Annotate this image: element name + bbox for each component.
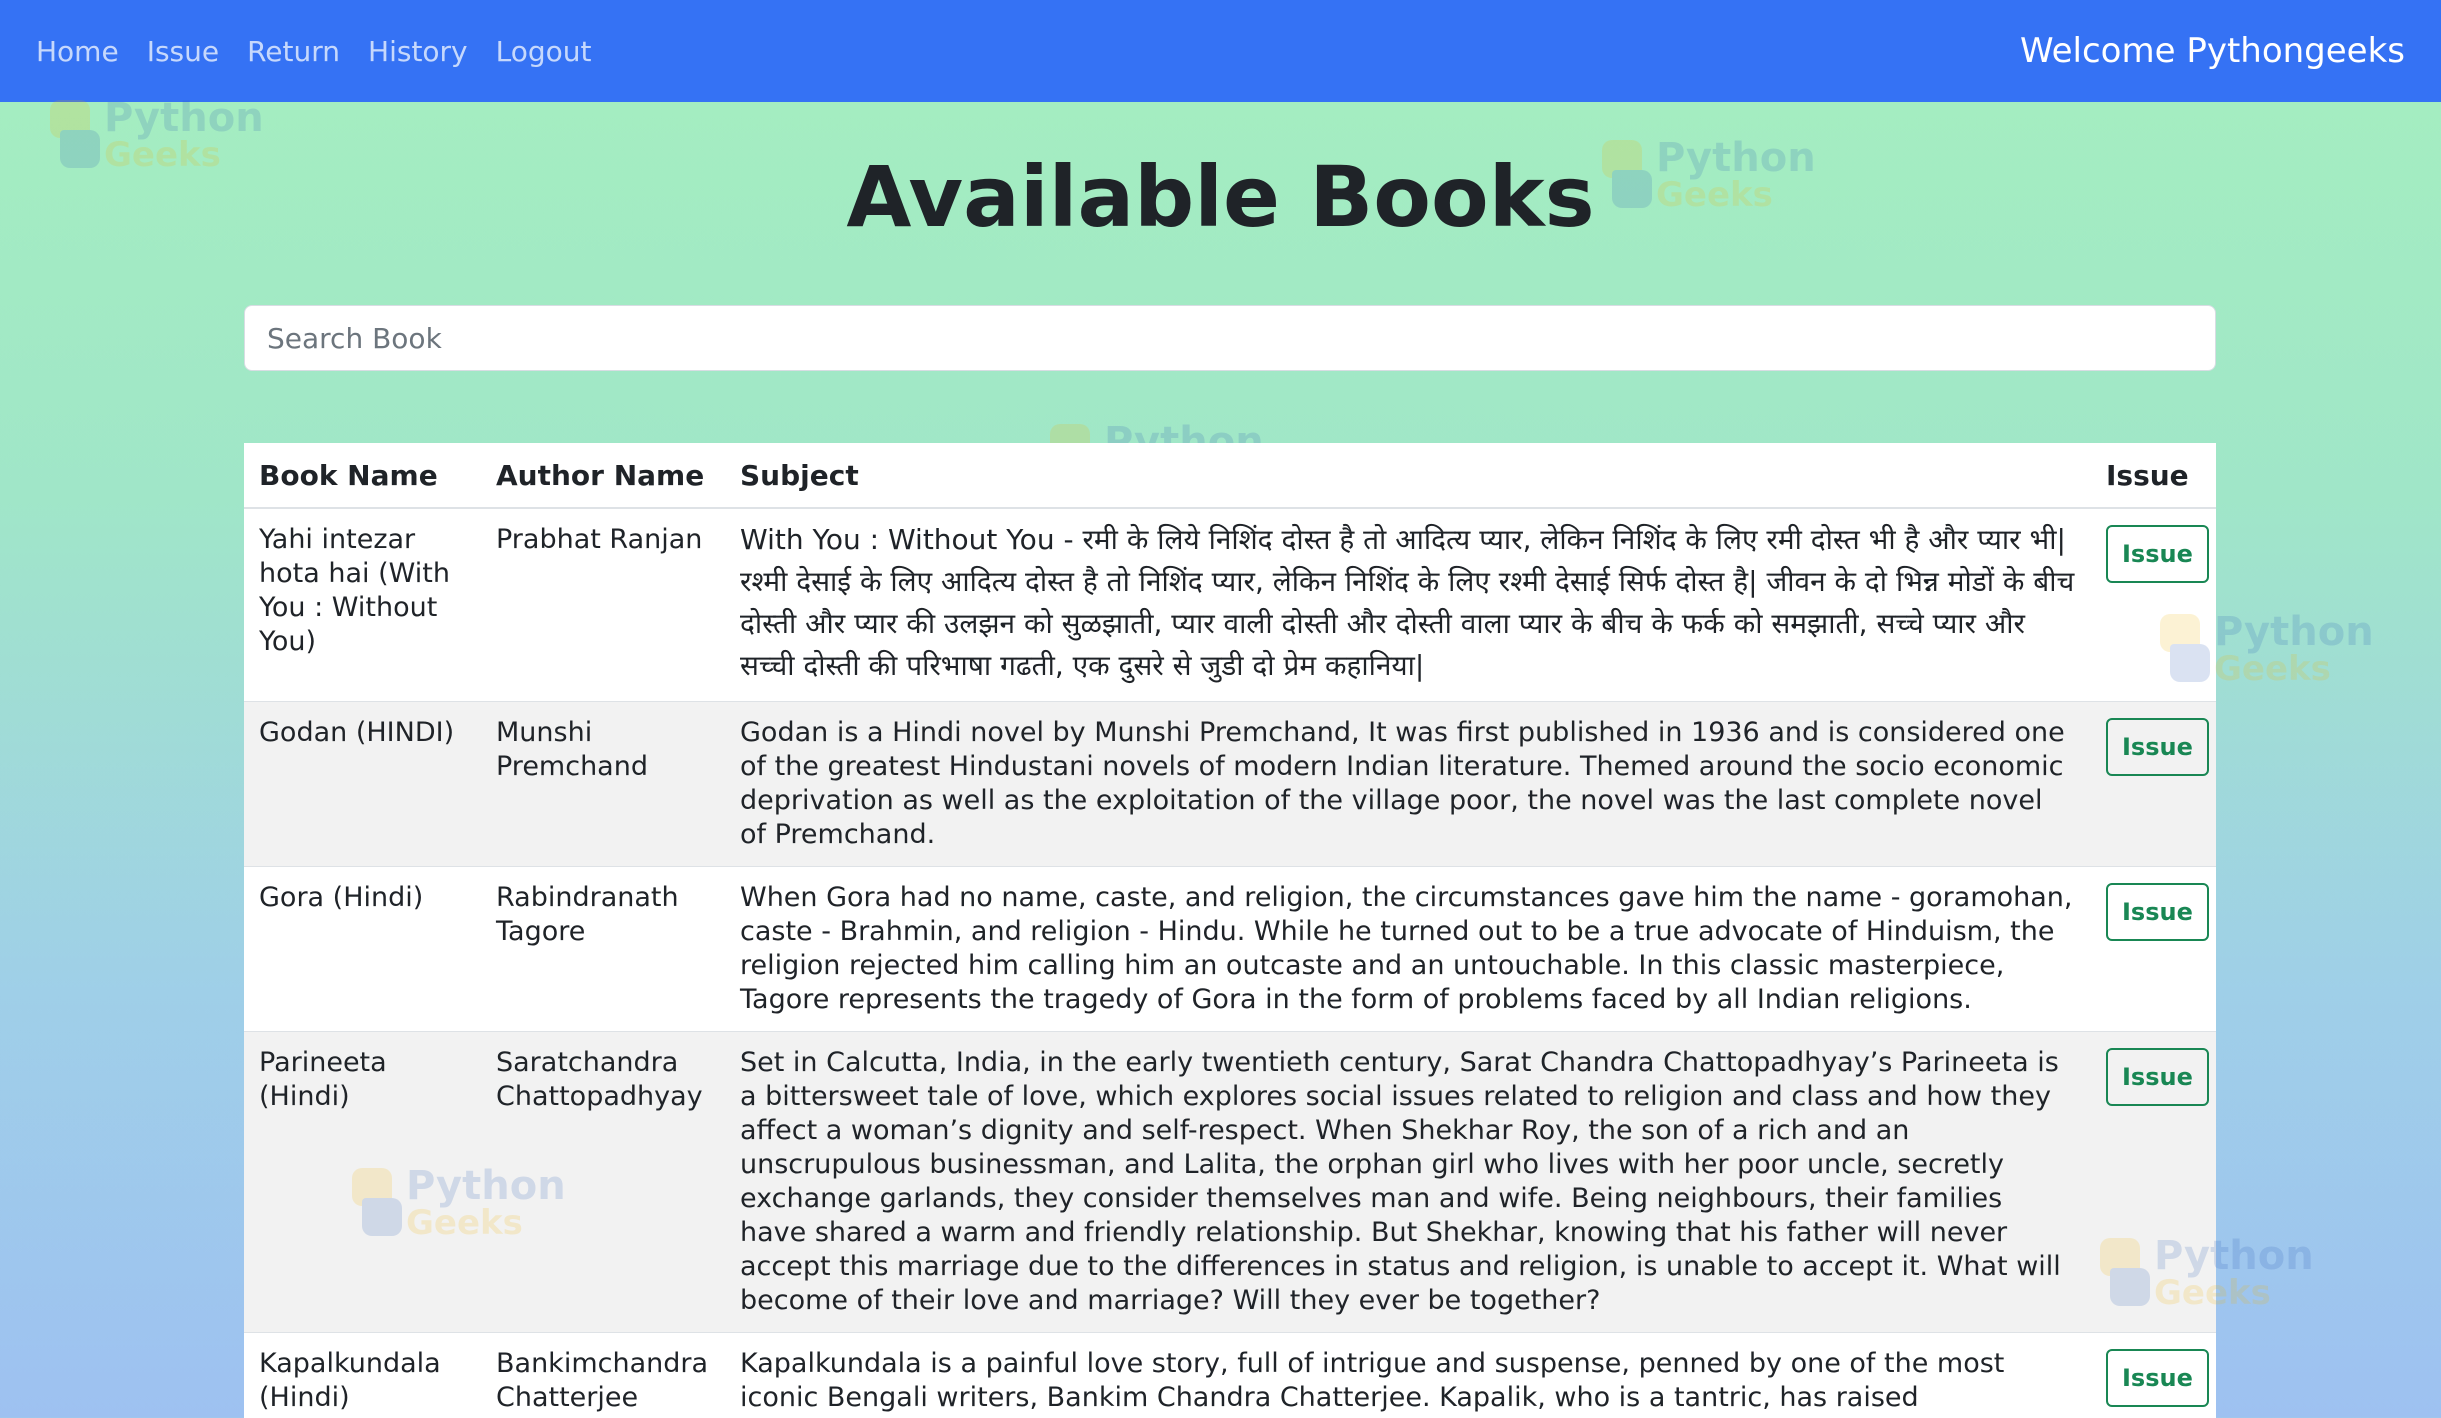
subject-cell: When Gora had no name, caste, and religi… [725, 866, 2091, 1032]
page-title: Available Books [846, 148, 1595, 246]
nav-logout-link[interactable]: Logout [496, 35, 592, 68]
column-header-author-name: Author Name [481, 443, 725, 509]
subject-cell: Set in Calcutta, India, in the early twe… [725, 1031, 2091, 1333]
issue-cell: Issue [2091, 701, 2216, 867]
welcome-text: Welcome Pythongeeks [2019, 31, 2405, 71]
column-header-subject: Subject [725, 443, 2091, 509]
book-name-cell: Parineeta (Hindi) [244, 1031, 481, 1333]
nav-return-link[interactable]: Return [247, 35, 340, 68]
table-row: Godan (HINDI) Munshi Premchand Godan is … [244, 701, 2216, 867]
author-name-cell: Munshi Premchand [481, 701, 725, 867]
author-name-cell: Saratchandra Chattopadhyay [481, 1031, 725, 1333]
book-name-cell: Yahi intezar hota hai (With You : Withou… [244, 508, 481, 702]
author-name-cell: Rabindranath Tagore [481, 866, 725, 1032]
watermark-text-1: Python [104, 95, 264, 141]
subject-cell: Kapalkundala is a painful love story, fu… [725, 1332, 2091, 1418]
top-navbar: Home Issue Return History Logout Welcome… [0, 0, 2441, 102]
books-table: Book Name Author Name Subject Issue Yahi… [244, 443, 2216, 1418]
table-header-row: Book Name Author Name Subject Issue [244, 443, 2216, 509]
book-name-cell: Godan (HINDI) [244, 701, 481, 867]
issue-button[interactable]: Issue [2106, 1349, 2209, 1407]
author-name-cell: Bankimchandra Chatterjee [481, 1332, 725, 1418]
table-row: Gora (Hindi) Rabindranath Tagore When Go… [244, 866, 2216, 1032]
table-row: Parineeta (Hindi) Saratchandra Chattopad… [244, 1031, 2216, 1333]
book-name-cell: Kapalkundala (Hindi) [244, 1332, 481, 1418]
column-header-issue: Issue [2091, 443, 2216, 509]
book-name-cell: Gora (Hindi) [244, 866, 481, 1032]
column-header-book-name: Book Name [244, 443, 481, 509]
issue-button[interactable]: Issue [2106, 718, 2209, 776]
issue-cell: Issue [2091, 508, 2216, 702]
issue-button[interactable]: Issue [2106, 883, 2209, 941]
issue-cell: Issue [2091, 1332, 2216, 1418]
watermark-text-2: Geeks [2214, 649, 2331, 689]
issue-cell: Issue [2091, 1031, 2216, 1333]
subject-cell: With You : Without You - रमी के लिये निश… [725, 508, 2091, 702]
watermark-text-1: Python [2214, 609, 2374, 655]
subject-cell: Godan is a Hindi novel by Munshi Premcha… [725, 701, 2091, 867]
nav-home-link[interactable]: Home [36, 35, 119, 68]
table-row: Kapalkundala (Hindi) Bankimchandra Chatt… [244, 1332, 2216, 1418]
nav-history-link[interactable]: History [368, 35, 468, 68]
author-name-cell: Prabhat Ranjan [481, 508, 725, 702]
search-input[interactable] [244, 305, 2216, 371]
table-row: Yahi intezar hota hai (With You : Withou… [244, 508, 2216, 702]
nav-issue-link[interactable]: Issue [147, 35, 219, 68]
issue-cell: Issue [2091, 866, 2216, 1032]
issue-button[interactable]: Issue [2106, 525, 2209, 583]
issue-button[interactable]: Issue [2106, 1048, 2209, 1106]
nav-links: Home Issue Return History Logout [36, 35, 620, 68]
